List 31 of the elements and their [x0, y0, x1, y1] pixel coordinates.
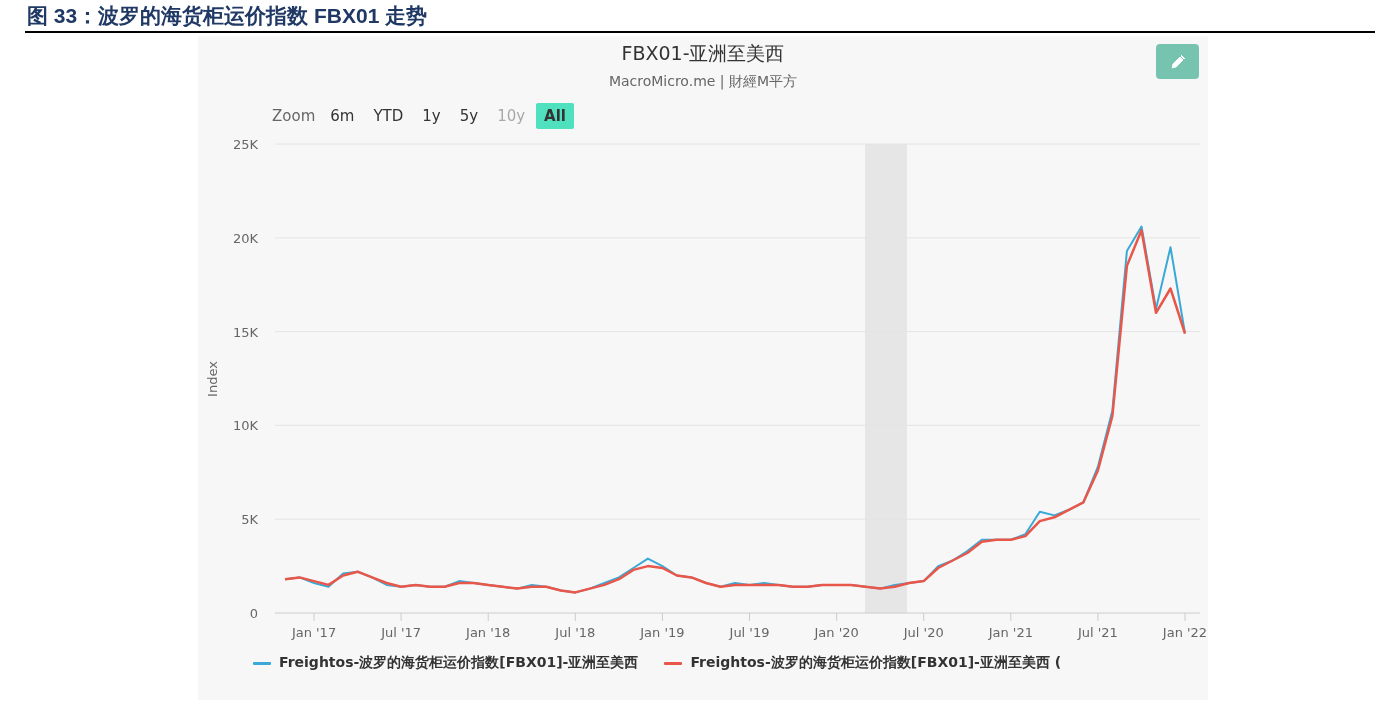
- axis-tick-label: Jul '19: [729, 625, 770, 640]
- axis-tick-label: Jan '17: [291, 625, 337, 640]
- legend-label[interactable]: Freightos-波罗的海货柜运价指数[FBX01]-亚洲至美西 (: [690, 654, 1062, 672]
- range-button[interactable]: YTD: [365, 103, 412, 129]
- zoom-label: Zoom: [272, 107, 316, 125]
- axis-tick-label: Jan '21: [988, 625, 1033, 640]
- axis-tick-label: Jan '22: [1162, 625, 1208, 640]
- axis-tick-label: 25K: [232, 137, 258, 152]
- figure-title: 图 33：波罗的海货柜运价指数 FBX01 走势: [26, 2, 428, 29]
- axis-tick-label: Jul '18: [555, 625, 596, 640]
- axis-tick-label: 5K: [241, 512, 258, 528]
- range-button[interactable]: 6m: [322, 103, 363, 129]
- axis-tick-label: Jan '18: [466, 625, 511, 640]
- axis-tick-label: Jan '20: [814, 625, 859, 640]
- range-button[interactable]: 1y: [414, 103, 449, 129]
- axis-tick-label: Jul '21: [1077, 625, 1118, 640]
- range-button[interactable]: 5y: [451, 103, 487, 129]
- pencil-icon: [1168, 52, 1187, 71]
- axis-tick-label: Jul '20: [903, 625, 944, 640]
- chart-title: FBX01-亚洲至美西: [621, 41, 785, 66]
- axis-title: Index: [205, 361, 220, 397]
- chart-subtitle: MacroMicro.me | 財經M平方: [608, 73, 798, 91]
- axis-tick-label: 15K: [232, 324, 258, 340]
- legend-label[interactable]: Freightos-波罗的海货柜运价指数[FBX01]-亚洲至美西: [279, 654, 639, 672]
- axis-tick-label: 10K: [232, 418, 258, 434]
- edit-button[interactable]: [1156, 44, 1199, 79]
- axis-tick-label: 0: [249, 606, 258, 621]
- axis-tick-label: 20K: [232, 230, 258, 246]
- range-button[interactable]: All: [536, 103, 574, 129]
- axis-tick-label: Jan '19: [640, 625, 685, 640]
- axis-tick-label: Jul '17: [381, 625, 422, 640]
